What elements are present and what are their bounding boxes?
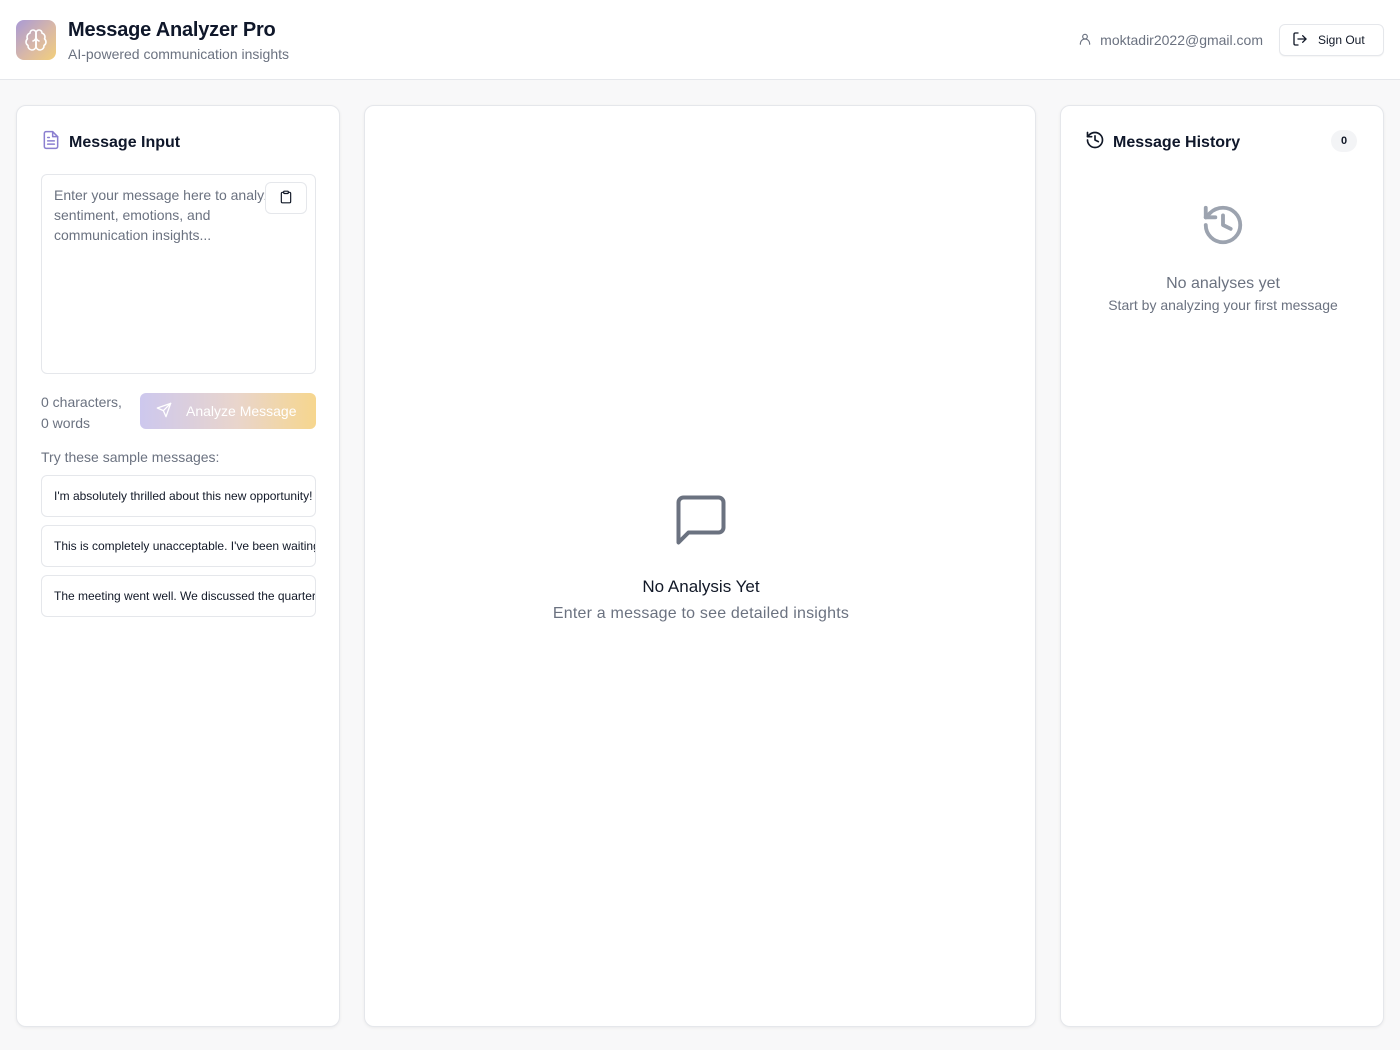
clipboard-icon <box>279 190 293 207</box>
character-count: 0 characters, <box>41 394 122 410</box>
history-icon <box>1200 205 1246 252</box>
sample-message[interactable]: This is completely unacceptable. I've be… <box>41 525 316 567</box>
empty-analysis-subtitle: Enter a message to see detailed insights <box>552 605 850 622</box>
message-history-header: Message History <box>1085 130 1240 155</box>
word-count: 0 words <box>41 415 91 431</box>
message-history-panel: Message History 0 No analyses yet Start … <box>1060 105 1384 1027</box>
message-input-title: Message Input <box>69 133 181 151</box>
sample-message[interactable]: I'm absolutely thrilled about this new o… <box>41 475 316 517</box>
empty-history-title: No analyses yet <box>1166 275 1280 292</box>
app-title: Message Analyzer Pro <box>68 19 276 41</box>
message-history-title: Message History <box>1113 133 1241 151</box>
user-icon <box>1078 32 1092 49</box>
empty-history-subtitle: Start by analyzing your first message <box>1108 297 1338 313</box>
app-header: Message Analyzer Pro AI-powered communic… <box>0 0 1400 80</box>
log-out-icon <box>1292 31 1308 50</box>
file-text-icon <box>41 130 61 155</box>
paste-button[interactable] <box>265 182 307 214</box>
history-empty-state: No analyses yet Start by analyzing your … <box>1061 202 1383 313</box>
character-word-count: 0 characters, 0 words <box>41 392 136 434</box>
message-textarea-container <box>41 174 316 374</box>
history-icon <box>1085 130 1105 155</box>
analysis-empty-state: No Analysis Yet Enter a message to see d… <box>365 490 1035 623</box>
user-email: moktadir2022@gmail.com <box>1100 32 1263 48</box>
message-input-header: Message Input <box>41 130 180 155</box>
app-subtitle: AI-powered communication insights <box>68 46 289 62</box>
analyze-message-label: Analyze Message <box>186 403 297 419</box>
empty-analysis-title: No Analysis Yet <box>642 577 760 596</box>
message-square-icon <box>671 495 731 554</box>
user-info: moktadir2022@gmail.com <box>1078 31 1263 49</box>
brain-icon <box>16 20 56 60</box>
send-icon <box>156 402 172 421</box>
sample-message[interactable]: The meeting went well. We discussed the … <box>41 575 316 617</box>
analyze-message-button[interactable]: Analyze Message <box>140 393 316 429</box>
analysis-panel: No Analysis Yet Enter a message to see d… <box>364 105 1036 1027</box>
history-count-badge: 0 <box>1331 130 1357 152</box>
sample-message-text: This is completely unacceptable. I've be… <box>54 539 315 553</box>
sample-message-text: I'm absolutely thrilled about this new o… <box>54 489 315 503</box>
sample-messages-label: Try these sample messages: <box>41 449 220 465</box>
message-input-panel: Message Input 0 characters, 0 words Anal… <box>16 105 340 1027</box>
sign-out-button[interactable]: Sign Out <box>1279 24 1384 56</box>
sample-message-text: The meeting went well. We discussed the … <box>54 589 315 603</box>
sign-out-label: Sign Out <box>1318 33 1365 47</box>
